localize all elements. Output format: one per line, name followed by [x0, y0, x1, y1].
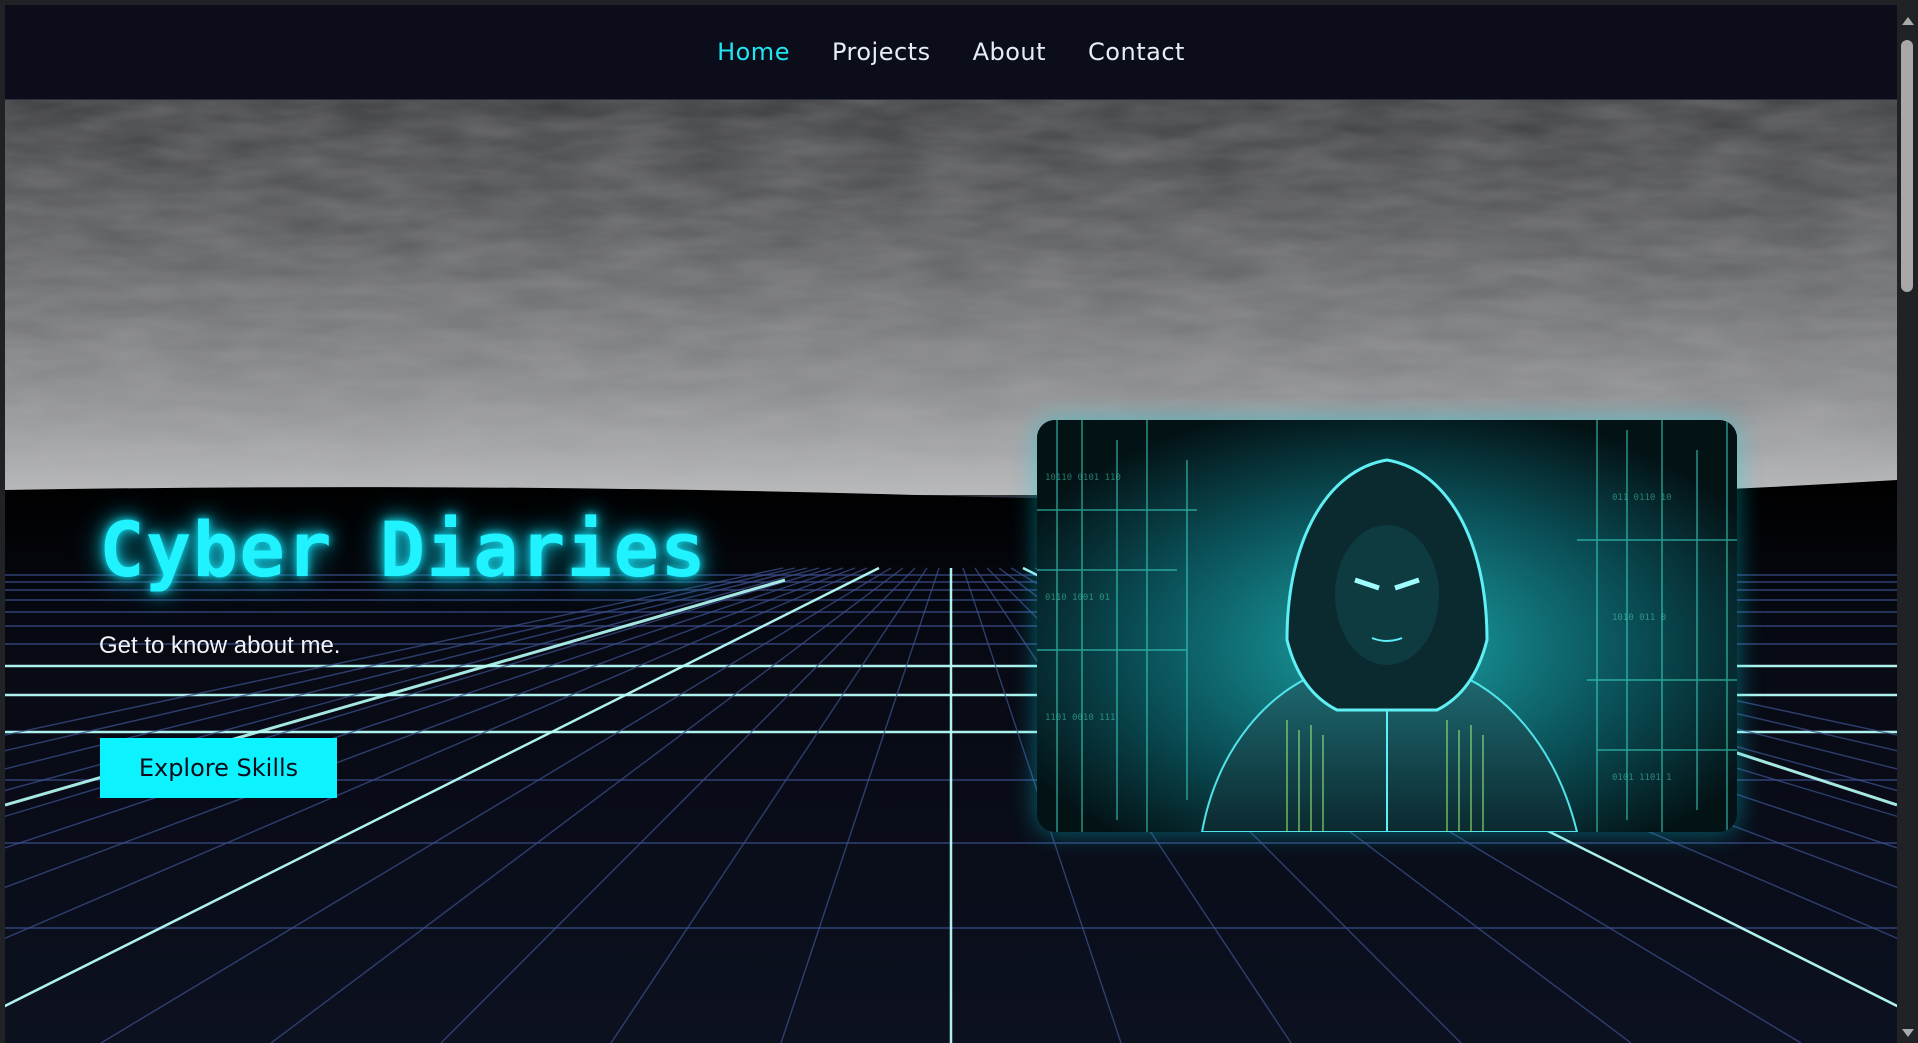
- hero-subtitle: Get to know about me.: [99, 632, 341, 659]
- main-nav: Home Projects About Contact: [5, 5, 1897, 100]
- nav-about-link[interactable]: About: [973, 38, 1046, 66]
- nav-contact-link[interactable]: Contact: [1088, 38, 1185, 66]
- hacker-illustration: 10110 0101 110 0110 1001 01 1101 0010 11…: [1037, 420, 1737, 832]
- nav-projects-link[interactable]: Projects: [832, 38, 931, 66]
- chevron-up-icon[interactable]: [1902, 17, 1914, 25]
- explore-skills-button[interactable]: Explore Skills: [100, 738, 337, 798]
- hero-title: Cyber Diaries: [99, 505, 707, 594]
- hero-section: Cyber Diaries Get to know about me. Expl…: [5, 100, 1897, 1043]
- svg-text:0110 1001 01: 0110 1001 01: [1045, 593, 1110, 603]
- nav-home-link[interactable]: Home: [717, 38, 790, 66]
- svg-text:1010 011 0: 1010 011 0: [1612, 613, 1666, 623]
- svg-text:10110 0101 110: 10110 0101 110: [1045, 473, 1121, 483]
- scrollbar-thumb[interactable]: [1901, 40, 1913, 292]
- chevron-down-icon[interactable]: [1902, 1029, 1914, 1037]
- vertical-scrollbar[interactable]: [1897, 5, 1918, 1043]
- svg-text:011 0110 10: 011 0110 10: [1612, 493, 1672, 503]
- browser-viewport: Home Projects About Contact Cyber Diarie…: [5, 5, 1897, 1043]
- svg-text:1101 0010 111: 1101 0010 111: [1045, 713, 1115, 723]
- svg-text:0101 1101 1: 0101 1101 1: [1612, 773, 1672, 783]
